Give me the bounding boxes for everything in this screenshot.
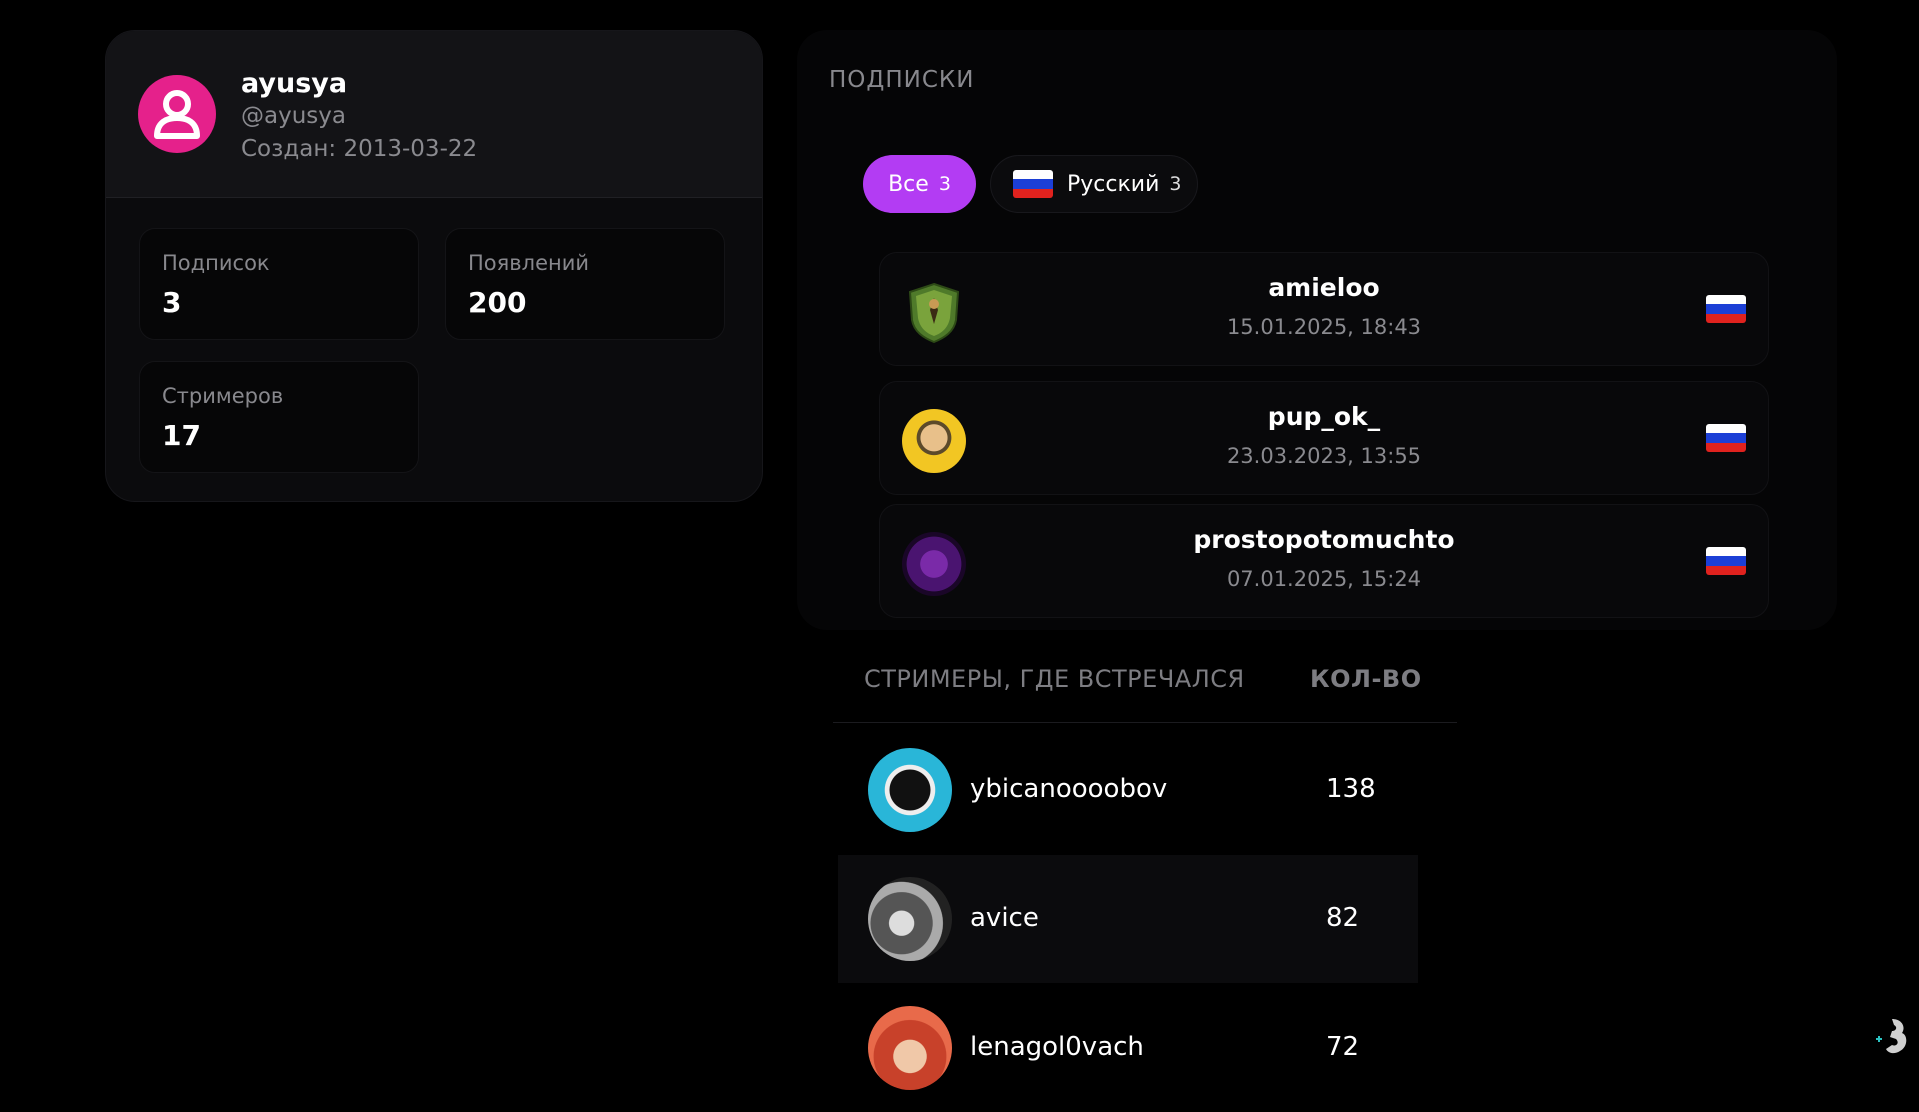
stat-streamers: Стримеров 17 xyxy=(139,361,419,473)
russia-flag-icon xyxy=(1706,547,1746,575)
streamer-name: avice xyxy=(970,903,1039,933)
streamer-avatar xyxy=(868,748,952,832)
stat-value: 17 xyxy=(162,419,201,452)
profile-created: Создан: 2013-03-22 xyxy=(241,136,477,162)
filter-count: 3 xyxy=(1169,173,1182,195)
filter-label: Все xyxy=(888,171,929,197)
subscription-date: 23.03.2023, 13:55 xyxy=(1226,444,1422,468)
subscription-item[interactable]: pup_ok_ 23.03.2023, 13:55 xyxy=(879,381,1769,495)
subscription-item[interactable]: amieloo 15.01.2025, 18:43 xyxy=(879,252,1769,366)
russia-flag-icon xyxy=(1706,295,1746,323)
filter-russian-button[interactable]: Русский 3 xyxy=(990,155,1198,213)
created-date: 2013-03-22 xyxy=(343,136,478,162)
russia-flag-icon xyxy=(1013,170,1053,198)
avatar xyxy=(138,75,216,153)
channel-name: prostopotomuchto xyxy=(1193,525,1455,554)
filter-count: 3 xyxy=(938,173,951,195)
divider xyxy=(833,722,1457,723)
table-row[interactable]: avice 82 xyxy=(838,855,1418,983)
table-row[interactable]: ybicanoooobov 138 xyxy=(838,726,1418,854)
subscriptions-panel: ПОДПИСКИ Все 3 Русский 3 amieloo 15.01.2… xyxy=(797,30,1837,630)
channel-name: amieloo xyxy=(1268,273,1380,302)
profile-username: ayusya xyxy=(241,68,348,99)
filter-all-button[interactable]: Все 3 xyxy=(863,155,976,213)
stat-value: 200 xyxy=(468,286,527,319)
created-label: Создан: xyxy=(241,136,337,162)
streamer-avatar xyxy=(868,1006,952,1090)
corner-logo-icon xyxy=(1876,1019,1907,1054)
streamer-name: ybicanoooobov xyxy=(970,774,1168,804)
streamer-avatar xyxy=(868,877,952,961)
subscription-date: 07.01.2025, 15:24 xyxy=(1226,567,1422,591)
russia-flag-icon xyxy=(1706,424,1746,452)
subscription-date: 15.01.2025, 18:43 xyxy=(1226,315,1422,339)
channel-name: pup_ok_ xyxy=(1267,402,1381,431)
column-header-streamers[interactable]: СТРИМЕРЫ, ГДЕ ВСТРЕЧАЛСЯ xyxy=(864,665,1245,693)
profile-card: ayusya @ayusya Создан: 2013-03-22 Подпис… xyxy=(105,30,763,502)
streamer-name: lenagol0vach xyxy=(970,1032,1144,1062)
table-row[interactable]: lenagol0vach 72 xyxy=(838,984,1418,1112)
profile-header: ayusya @ayusya Создан: 2013-03-22 xyxy=(106,31,762,198)
user-icon xyxy=(154,90,200,139)
stat-label: Стримеров xyxy=(162,384,284,408)
filter-label: Русский xyxy=(1067,171,1160,197)
subscriptions-title: ПОДПИСКИ xyxy=(829,67,975,93)
stat-value: 3 xyxy=(162,286,182,319)
column-header-count[interactable]: КОЛ-ВО xyxy=(1310,665,1422,693)
stat-subscriptions: Подписок 3 xyxy=(139,228,419,340)
profile-handle: @ayusya xyxy=(241,103,346,129)
streamer-count: 72 xyxy=(1326,1032,1360,1062)
streamer-count: 138 xyxy=(1326,774,1376,804)
stat-label: Подписок xyxy=(162,251,270,275)
stat-label: Появлений xyxy=(468,251,590,275)
streamer-count: 82 xyxy=(1326,903,1360,933)
subscription-item[interactable]: prostopotomuchto 07.01.2025, 15:24 xyxy=(879,504,1769,618)
